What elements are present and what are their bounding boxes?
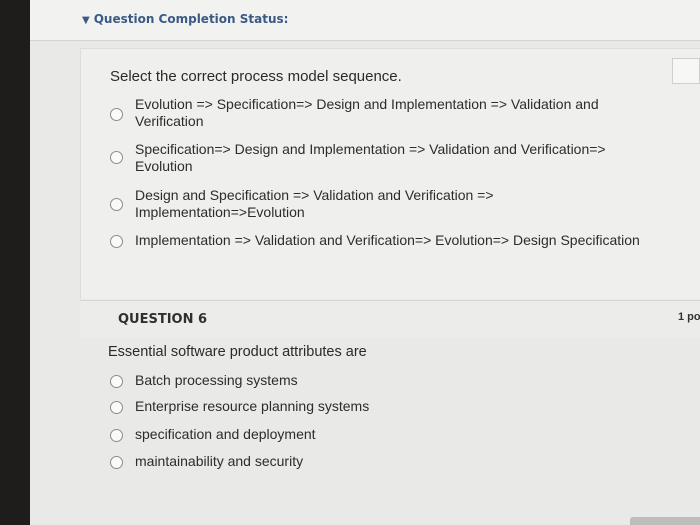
radio-button[interactable]	[110, 429, 123, 442]
points-box	[672, 58, 700, 84]
q6-option-1-text: Batch processing systems	[135, 372, 298, 388]
q6-option-3[interactable]: specification and deployment	[110, 426, 316, 443]
q5-option-1-line1: Evolution => Specification=> Design and …	[135, 96, 599, 112]
q5-option-1-line2: Verification	[135, 113, 204, 129]
q5-option-3[interactable]: Design and Specification => Validation a…	[110, 187, 494, 221]
save-all-answers-button[interactable]	[630, 517, 700, 525]
q5-option-4[interactable]: Implementation => Validation and Verific…	[110, 232, 640, 249]
q5-option-3-text: Design and Specification => Validation a…	[135, 187, 494, 221]
q5-option-2[interactable]: Specification=> Design and Implementatio…	[110, 141, 606, 175]
q5-option-2-line1: Specification=> Design and Implementatio…	[135, 141, 606, 157]
completion-status-bar: ▼ Question Completion Status:	[30, 0, 700, 41]
quiz-page: ▼ Question Completion Status: Select the …	[30, 0, 700, 525]
q5-option-3-line1: Design and Specification => Validation a…	[135, 187, 494, 203]
q5-option-4-text: Implementation => Validation and Verific…	[135, 232, 640, 249]
radio-button[interactable]	[110, 235, 123, 248]
q6-option-3-text: specification and deployment	[135, 426, 316, 442]
radio-button[interactable]	[110, 401, 123, 414]
radio-button[interactable]	[110, 375, 123, 388]
radio-button[interactable]	[110, 198, 123, 211]
radio-button[interactable]	[110, 456, 123, 469]
q5-option-4-line1: Implementation => Validation and Verific…	[135, 232, 640, 248]
question-5-prompt: Select the correct process model sequenc…	[110, 68, 402, 85]
radio-button[interactable]	[110, 151, 123, 164]
question-6-prompt: Essential software product attributes ar…	[108, 344, 367, 360]
q5-option-2-text: Specification=> Design and Implementatio…	[135, 141, 606, 175]
q6-option-4-text: maintainability and security	[135, 453, 304, 469]
question-6-points: 1 po	[678, 311, 700, 323]
q5-option-2-line2: Evolution	[135, 158, 193, 174]
q5-option-1[interactable]: Evolution => Specification=> Design and …	[110, 96, 599, 130]
q5-option-1-text: Evolution => Specification=> Design and …	[135, 96, 599, 130]
chevron-down-icon: ▼	[82, 15, 90, 26]
question-6-header: QUESTION 6 1 po	[80, 300, 700, 338]
q6-option-2[interactable]: Enterprise resource planning systems	[110, 398, 369, 415]
q6-option-4[interactable]: maintainability and security	[110, 453, 303, 470]
radio-button[interactable]	[110, 108, 123, 121]
question-divider	[80, 300, 700, 301]
q6-option-1[interactable]: Batch processing systems	[110, 372, 298, 389]
completion-status-toggle[interactable]: ▼ Question Completion Status:	[82, 12, 288, 26]
completion-status-label: Question Completion Status:	[93, 12, 289, 26]
q6-option-2-text: Enterprise resource planning systems	[135, 398, 370, 414]
q5-option-3-line2: Implementation=>Evolution	[135, 204, 305, 220]
question-6-title: QUESTION 6	[118, 312, 208, 327]
